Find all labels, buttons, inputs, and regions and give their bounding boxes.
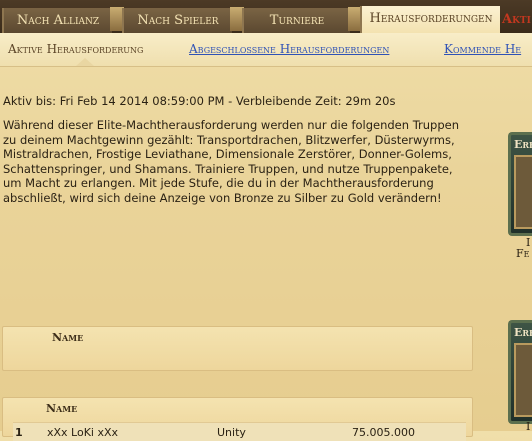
challenge-description: Während dieser Elite-Machtherausforderun…	[3, 118, 460, 205]
table-row[interactable]: 1 xXx LoKi xXx Unity 75.005.000	[13, 422, 466, 441]
award-image	[514, 155, 532, 229]
active-subtab-indicator	[76, 58, 94, 66]
top-tab-bar: Nach Allianz Nach Spieler Turniere Herau…	[0, 0, 532, 33]
award-frame: Err	[508, 132, 532, 236]
tab-by-player[interactable]: Nach Spieler	[122, 8, 232, 33]
row-rank: 1	[15, 426, 23, 439]
row-alliance: Unity	[217, 426, 246, 439]
award-label: Err	[514, 138, 532, 151]
row-player-name: xXx LoKi xXx	[47, 426, 119, 439]
tab-challenges[interactable]: Herausforderungen	[360, 6, 500, 33]
challenge-status: Aktiv bis: Fri Feb 14 2014 08:59:00 PM -…	[3, 94, 396, 108]
tab-active-partial[interactable]: Akti	[502, 12, 531, 27]
column-header-name: Name	[52, 331, 84, 344]
row-power: 75.005.000	[352, 426, 415, 439]
column-header-name: Name	[46, 402, 78, 415]
leaderboard-panel: Name 1 xXx LoKi xXx Unity 75.005.000	[2, 397, 473, 441]
subtab-completed-challenges[interactable]: Abgeschlossene Herausforderungen	[189, 42, 389, 56]
subtab-upcoming-challenges[interactable]: Kommende He	[444, 42, 521, 56]
award-caption: I	[526, 420, 531, 433]
tab-by-alliance[interactable]: Nach Allianz	[2, 8, 112, 33]
award-image	[514, 343, 532, 417]
subtab-active-challenge[interactable]: Aktive Herausforderung	[8, 42, 143, 56]
award-caption: Fe	[516, 247, 530, 260]
award-label: Err	[514, 326, 532, 339]
tab-tournaments[interactable]: Turniere	[242, 8, 350, 33]
leaderboard-panel-own: Name	[2, 326, 473, 371]
award-frame: Err	[508, 320, 532, 424]
